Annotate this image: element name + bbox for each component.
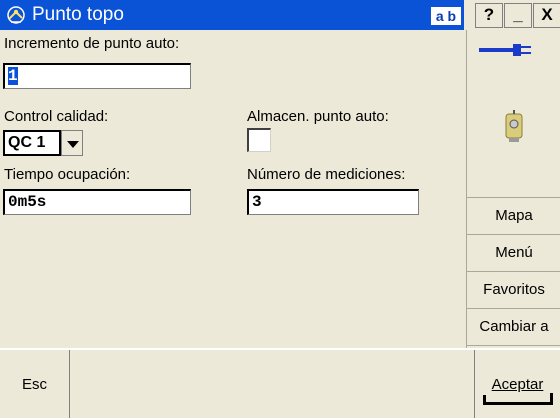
- measurements-label: Número de mediciones:: [247, 166, 406, 183]
- enter-key-icon: [483, 393, 553, 405]
- accept-label: Aceptar: [491, 376, 544, 393]
- window-title: Punto topo: [32, 4, 124, 25]
- accept-button[interactable]: Aceptar: [474, 350, 560, 418]
- esc-button[interactable]: Esc: [0, 350, 70, 418]
- bottom-bar: Esc Aceptar: [0, 348, 560, 418]
- minimize-button[interactable]: _: [504, 3, 532, 28]
- quality-label: Control calidad:: [4, 108, 109, 125]
- input-mode-badge[interactable]: a b: [431, 7, 461, 25]
- occupation-label: Tiempo ocupación:: [4, 166, 131, 183]
- increment-input[interactable]: 1: [3, 63, 191, 89]
- title-bar-active-area: Punto topo a b: [0, 0, 464, 30]
- help-button[interactable]: ?: [475, 3, 503, 28]
- instrument-icon[interactable]: [500, 110, 528, 144]
- right-panel: Mapa Menú Favoritos Cambiar a: [466, 30, 560, 348]
- chevron-down-icon[interactable]: [61, 130, 83, 156]
- increment-label: Incremento de punto auto:: [4, 35, 180, 52]
- favorites-button[interactable]: Favoritos: [467, 272, 560, 309]
- increment-value: 1: [8, 67, 18, 85]
- title-bar: Punto topo a b ? _ X: [0, 0, 560, 30]
- switch-to-button[interactable]: Cambiar a: [467, 309, 560, 346]
- satellite-icon: [7, 6, 25, 24]
- auto-store-label: Almacen. punto auto:: [247, 108, 389, 125]
- map-button[interactable]: Mapa: [467, 198, 560, 235]
- quality-select[interactable]: QC 1: [3, 130, 61, 156]
- form-area: Incremento de punto auto: 1 Control cali…: [0, 30, 466, 348]
- close-button[interactable]: X: [533, 3, 560, 28]
- cable-icon[interactable]: [479, 42, 539, 58]
- occupation-input[interactable]: 0m5s: [3, 189, 191, 215]
- status-area: [467, 30, 560, 198]
- auto-store-checkbox[interactable]: [247, 128, 271, 152]
- measurements-input[interactable]: 3: [247, 189, 419, 215]
- menu-button[interactable]: Menú: [467, 235, 560, 272]
